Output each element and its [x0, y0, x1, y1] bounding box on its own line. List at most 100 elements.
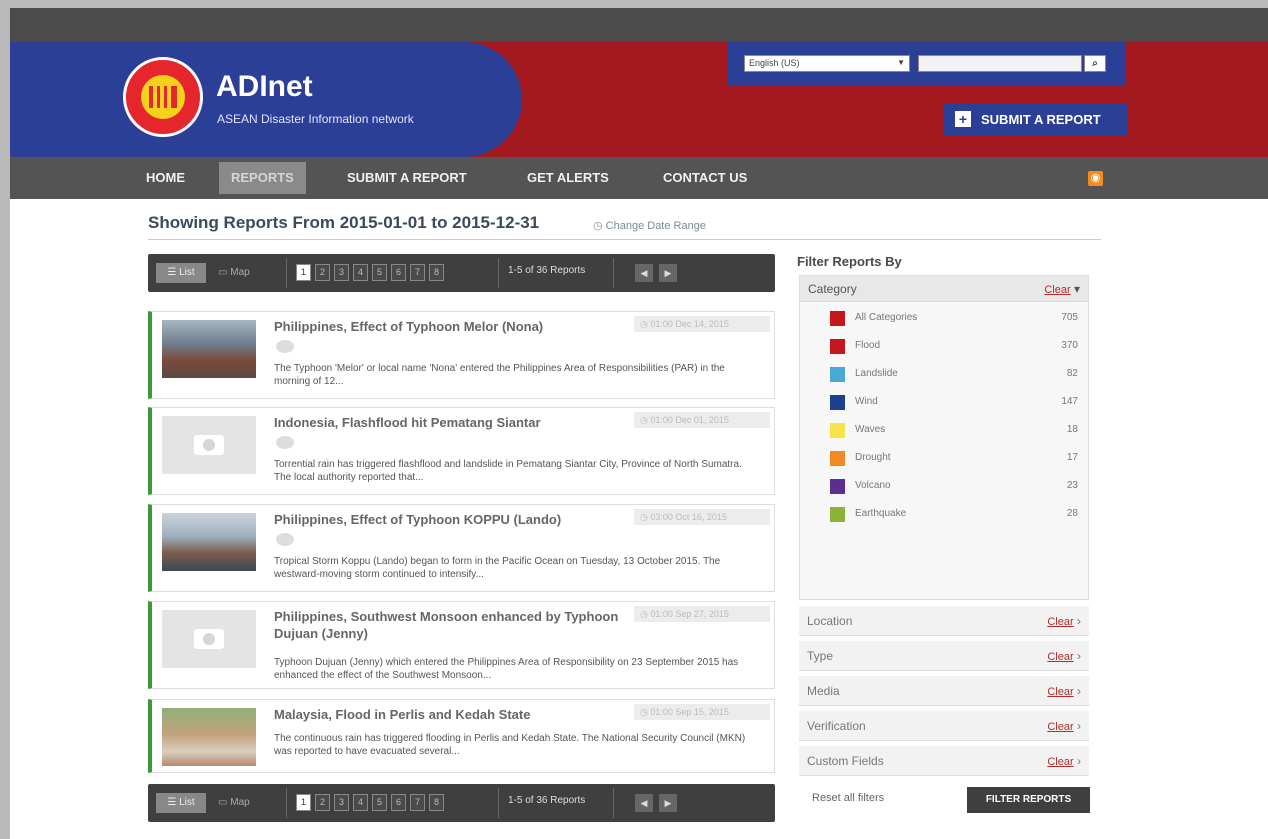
- map-view-button[interactable]: ▭ Map: [218, 263, 250, 283]
- language-search-box: English (US) ▼ ⌕: [728, 42, 1126, 86]
- report-date: ◷ 01:00 Sep 27, 2015: [634, 606, 770, 622]
- page-button[interactable]: 8: [429, 794, 444, 811]
- filter-verification[interactable]: Verification Clear ›: [799, 711, 1089, 741]
- clear-link[interactable]: Clear: [1047, 686, 1073, 698]
- page-button[interactable]: 1: [296, 264, 311, 281]
- nav-reports[interactable]: REPORTS: [219, 162, 306, 194]
- report-item[interactable]: Philippines, Effect of Typhoon Melor (No…: [148, 311, 775, 399]
- page-button[interactable]: 4: [353, 794, 368, 811]
- next-page-button[interactable]: ▶: [659, 794, 677, 812]
- category-clear-link[interactable]: Clear: [1044, 284, 1070, 296]
- page-button[interactable]: 5: [372, 794, 387, 811]
- report-toolbar-bottom: ☰ List ▭ Map 1 2 3 4 5 6 7 8 1-5 of 36 R…: [148, 784, 775, 822]
- page-button[interactable]: 7: [410, 794, 425, 811]
- nav-contact-us[interactable]: CONTACT US: [651, 162, 759, 194]
- change-date-range-label: Change Date Range: [605, 220, 706, 232]
- filter-media[interactable]: Media Clear ›: [799, 676, 1089, 706]
- category-item[interactable]: Volcano 23: [830, 476, 1078, 496]
- chevron-right-icon: ›: [1077, 753, 1081, 768]
- report-title[interactable]: Malaysia, Flood in Perlis and Kedah Stat…: [274, 706, 629, 723]
- category-item[interactable]: Earthquake 28: [830, 504, 1078, 524]
- map-view-button[interactable]: ▭ Map: [218, 793, 250, 813]
- category-count: 147: [1061, 396, 1078, 407]
- category-item[interactable]: All Categories 705: [830, 308, 1078, 328]
- page-button[interactable]: 5: [372, 264, 387, 281]
- page-button[interactable]: 7: [410, 264, 425, 281]
- next-page-button[interactable]: ▶: [659, 264, 677, 282]
- search-input[interactable]: [918, 55, 1082, 72]
- category-name: Volcano: [855, 480, 891, 491]
- category-swatch: [830, 451, 845, 466]
- clear-link[interactable]: Clear: [1047, 651, 1073, 663]
- toolbar-divider: [286, 788, 287, 818]
- page-button[interactable]: 6: [391, 794, 406, 811]
- filter-custom-fields[interactable]: Custom Fields Clear ›: [799, 746, 1089, 776]
- category-item[interactable]: Waves 18: [830, 420, 1078, 440]
- filter-location[interactable]: Location Clear ›: [799, 606, 1089, 636]
- category-panel-header[interactable]: Category Clear ▾: [800, 276, 1088, 302]
- page-button[interactable]: 2: [315, 264, 330, 281]
- report-thumbnail[interactable]: [162, 708, 256, 766]
- list-view-button[interactable]: ☰ List: [156, 263, 206, 283]
- main-nav: HOME REPORTS SUBMIT A REPORT GET ALERTS …: [10, 157, 1268, 199]
- filter-reports-button[interactable]: FILTER REPORTS: [967, 787, 1090, 813]
- clear-link[interactable]: Clear: [1047, 756, 1073, 768]
- page-button[interactable]: 3: [334, 264, 349, 281]
- category-item[interactable]: Drought 17: [830, 448, 1078, 468]
- camera-icon: [194, 629, 224, 649]
- report-item[interactable]: Malaysia, Flood in Perlis and Kedah Stat…: [148, 699, 775, 773]
- list-view-label: List: [179, 797, 195, 808]
- report-title[interactable]: Philippines, Effect of Typhoon Melor (No…: [274, 318, 629, 335]
- page-button[interactable]: 6: [391, 264, 406, 281]
- report-date-label: 01:00 Sep 27, 2015: [650, 609, 729, 619]
- list-view-button[interactable]: ☰ List: [156, 793, 206, 813]
- report-title[interactable]: Philippines, Southwest Monsoon enhanced …: [274, 608, 629, 642]
- nav-home[interactable]: HOME: [134, 162, 197, 194]
- report-thumbnail-placeholder[interactable]: [162, 416, 256, 474]
- category-item[interactable]: Landslide 82: [830, 364, 1078, 384]
- plus-icon: +: [955, 111, 971, 127]
- submit-report-button[interactable]: + SUBMIT A REPORT: [943, 103, 1128, 135]
- report-date-label: 01:00 Dec 14, 2015: [650, 319, 729, 329]
- page-button[interactable]: 2: [315, 794, 330, 811]
- prev-page-button[interactable]: ◀: [635, 794, 653, 812]
- search-icon[interactable]: ⌕: [1084, 55, 1106, 72]
- filter-section-label: Media: [807, 683, 840, 698]
- report-item[interactable]: Philippines, Southwest Monsoon enhanced …: [148, 601, 775, 689]
- clear-link[interactable]: Clear: [1047, 616, 1073, 628]
- chevron-right-icon: ›: [1077, 683, 1081, 698]
- site-name[interactable]: ADInet: [216, 70, 313, 104]
- category-swatch: [830, 479, 845, 494]
- prev-page-button[interactable]: ◀: [635, 264, 653, 282]
- page-button[interactable]: 8: [429, 264, 444, 281]
- clear-link[interactable]: Clear: [1047, 721, 1073, 733]
- page-button[interactable]: 4: [353, 264, 368, 281]
- category-name: Wind: [855, 396, 878, 407]
- nav-submit-report[interactable]: SUBMIT A REPORT: [335, 162, 479, 194]
- report-item[interactable]: Philippines, Effect of Typhoon KOPPU (La…: [148, 504, 775, 592]
- report-thumbnail[interactable]: [162, 320, 256, 378]
- report-title[interactable]: Philippines, Effect of Typhoon KOPPU (La…: [274, 511, 629, 528]
- page-button[interactable]: 3: [334, 794, 349, 811]
- asean-logo[interactable]: [123, 57, 203, 137]
- chevron-down-icon: ▾: [1073, 281, 1080, 296]
- page-button[interactable]: 1: [296, 794, 311, 811]
- chevron-down-icon: ▼: [897, 58, 905, 67]
- report-title[interactable]: Indonesia, Flashflood hit Pematang Siant…: [274, 414, 629, 431]
- site-header: ADInet ASEAN Disaster Information networ…: [10, 42, 1268, 157]
- report-thumbnail-placeholder[interactable]: [162, 610, 256, 668]
- reset-filters-link[interactable]: Reset all filters: [812, 792, 884, 804]
- report-item[interactable]: Indonesia, Flashflood hit Pematang Siant…: [148, 407, 775, 495]
- nav-get-alerts[interactable]: GET ALERTS: [515, 162, 621, 194]
- filter-type[interactable]: Type Clear ›: [799, 641, 1089, 671]
- toolbar-divider: [498, 788, 499, 818]
- language-select[interactable]: English (US) ▼: [744, 55, 910, 72]
- category-count: 18: [1066, 424, 1078, 435]
- report-thumbnail[interactable]: [162, 513, 256, 571]
- category-item[interactable]: Flood 370: [830, 336, 1078, 356]
- report-date: ◷ 01:00 Dec 14, 2015: [634, 316, 770, 332]
- category-item[interactable]: Wind 147: [830, 392, 1078, 412]
- category-name: Earthquake: [855, 508, 907, 519]
- change-date-range-link[interactable]: ◷ Change Date Range: [593, 219, 706, 232]
- rss-icon[interactable]: ◉: [1088, 171, 1103, 186]
